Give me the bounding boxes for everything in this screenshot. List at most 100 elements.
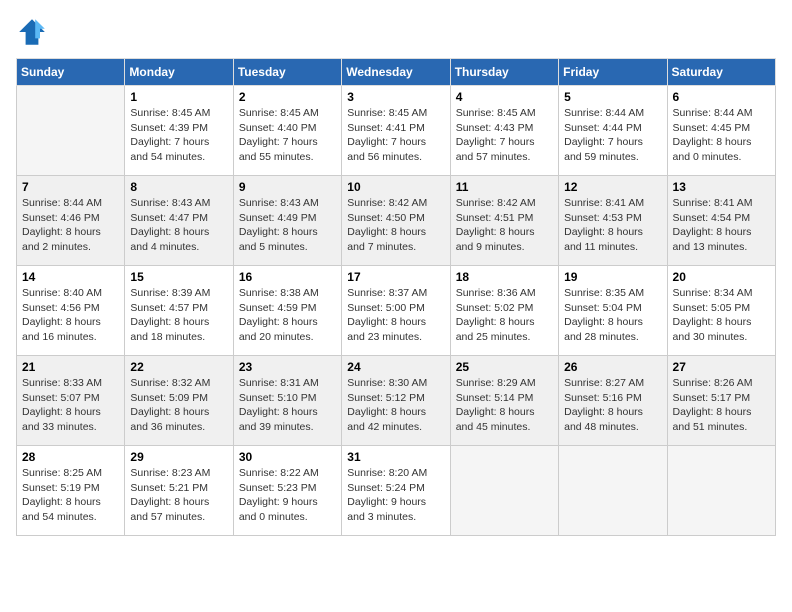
- day-number: 24: [347, 360, 444, 374]
- day-info: Sunrise: 8:25 AMSunset: 5:19 PMDaylight:…: [22, 466, 119, 525]
- calendar-cell: [17, 86, 125, 176]
- day-number: 21: [22, 360, 119, 374]
- logo: [16, 16, 52, 48]
- calendar-week-row: 7 Sunrise: 8:44 AMSunset: 4:46 PMDaylight…: [17, 176, 776, 266]
- day-info: Sunrise: 8:29 AMSunset: 5:14 PMDaylight:…: [456, 376, 553, 435]
- calendar-cell: 5Sunrise: 8:44 AMSunset: 4:44 PMDaylight…: [559, 86, 667, 176]
- day-info: Sunrise: 8:39 AMSunset: 4:57 PMDaylight:…: [130, 286, 227, 345]
- calendar-cell: 24 Sunrise: 8:30 AMSunset: 5:12 PMDayligh…: [342, 356, 450, 446]
- day-info: Sunrise: 8:32 AMSunset: 5:09 PMDaylight:…: [130, 376, 227, 435]
- day-info: Sunrise: 8:20 AMSunset: 5:24 PMDaylight:…: [347, 466, 444, 525]
- calendar-cell: 31 Sunrise: 8:20 AMSunset: 5:24 PMDayligh…: [342, 446, 450, 536]
- calendar-cell: 18Sunrise: 8:36 AMSunset: 5:02 PMDayligh…: [450, 266, 558, 356]
- calendar-cell: 1 Sunrise: 8:45 AMSunset: 4:39 PMDaylight…: [125, 86, 233, 176]
- calendar-cell: [450, 446, 558, 536]
- day-info: Sunrise: 8:31 AMSunset: 5:10 PMDaylight:…: [239, 376, 336, 435]
- day-number: 7: [22, 180, 119, 194]
- day-number: 3: [347, 90, 444, 104]
- calendar-week-row: 14 Sunrise: 8:40 AMSunset: 4:56 PMDayligh…: [17, 266, 776, 356]
- calendar-week-row: 1 Sunrise: 8:45 AMSunset: 4:39 PMDaylight…: [17, 86, 776, 176]
- day-number: 18: [456, 270, 553, 284]
- day-number: 1: [130, 90, 227, 104]
- calendar-cell: 15 Sunrise: 8:39 AMSunset: 4:57 PMDayligh…: [125, 266, 233, 356]
- day-info: Sunrise: 8:34 AMSunset: 5:05 PMDaylight:…: [673, 286, 770, 345]
- day-number: 19: [564, 270, 661, 284]
- day-number: 4: [456, 90, 553, 104]
- day-number: 23: [239, 360, 336, 374]
- day-info: Sunrise: 8:44 AMSunset: 4:44 PMDaylight:…: [564, 106, 661, 165]
- calendar-cell: 16 Sunrise: 8:38 AMSunset: 4:59 PMDayligh…: [233, 266, 341, 356]
- calendar-cell: 2 Sunrise: 8:45 AMSunset: 4:40 PMDaylight…: [233, 86, 341, 176]
- day-info: Sunrise: 8:40 AMSunset: 4:56 PMDaylight:…: [22, 286, 119, 345]
- day-number: 11: [456, 180, 553, 194]
- calendar-cell: 20 Sunrise: 8:34 AMSunset: 5:05 PMDayligh…: [667, 266, 775, 356]
- calendar-cell: 12 Sunrise: 8:41 AMSunset: 4:53 PMDayligh…: [559, 176, 667, 266]
- day-info: Sunrise: 8:23 AMSunset: 5:21 PMDaylight:…: [130, 466, 227, 525]
- day-info: Sunrise: 8:43 AMSunset: 4:49 PMDaylight:…: [239, 196, 336, 255]
- calendar-cell: 9 Sunrise: 8:43 AMSunset: 4:49 PMDaylight…: [233, 176, 341, 266]
- day-number: 14: [22, 270, 119, 284]
- weekday-header-wednesday: Wednesday: [342, 59, 450, 86]
- calendar-cell: 4Sunrise: 8:45 AMSunset: 4:43 PMDaylight…: [450, 86, 558, 176]
- weekday-header-thursday: Thursday: [450, 59, 558, 86]
- day-info: Sunrise: 8:45 AMSunset: 4:41 PMDaylight:…: [347, 106, 444, 165]
- day-number: 9: [239, 180, 336, 194]
- calendar-cell: 23 Sunrise: 8:31 AMSunset: 5:10 PMDayligh…: [233, 356, 341, 446]
- calendar-cell: 27 Sunrise: 8:26 AMSunset: 5:17 PMDayligh…: [667, 356, 775, 446]
- weekday-header-tuesday: Tuesday: [233, 59, 341, 86]
- calendar-cell: 26 Sunrise: 8:27 AMSunset: 5:16 PMDayligh…: [559, 356, 667, 446]
- calendar-cell: 17Sunrise: 8:37 AMSunset: 5:00 PMDayligh…: [342, 266, 450, 356]
- day-info: Sunrise: 8:38 AMSunset: 4:59 PMDaylight:…: [239, 286, 336, 345]
- calendar-week-row: 28 Sunrise: 8:25 AMSunset: 5:19 PMDayligh…: [17, 446, 776, 536]
- day-number: 12: [564, 180, 661, 194]
- calendar-cell: 3 Sunrise: 8:45 AMSunset: 4:41 PMDaylight…: [342, 86, 450, 176]
- calendar-cell: 22 Sunrise: 8:32 AMSunset: 5:09 PMDayligh…: [125, 356, 233, 446]
- day-number: 28: [22, 450, 119, 464]
- day-number: 27: [673, 360, 770, 374]
- day-info: Sunrise: 8:42 AMSunset: 4:50 PMDaylight:…: [347, 196, 444, 255]
- day-info: Sunrise: 8:44 AMSunset: 4:46 PMDaylight:…: [22, 196, 119, 255]
- calendar-table: SundayMondayTuesdayWednesdayThursdayFrid…: [16, 58, 776, 536]
- weekday-header-friday: Friday: [559, 59, 667, 86]
- day-info: Sunrise: 8:42 AMSunset: 4:51 PMDaylight:…: [456, 196, 553, 255]
- day-number: 13: [673, 180, 770, 194]
- day-number: 22: [130, 360, 227, 374]
- calendar-cell: 11 Sunrise: 8:42 AMSunset: 4:51 PMDayligh…: [450, 176, 558, 266]
- day-info: Sunrise: 8:27 AMSunset: 5:16 PMDaylight:…: [564, 376, 661, 435]
- day-number: 31: [347, 450, 444, 464]
- day-number: 2: [239, 90, 336, 104]
- day-number: 10: [347, 180, 444, 194]
- day-info: Sunrise: 8:41 AMSunset: 4:53 PMDaylight:…: [564, 196, 661, 255]
- day-info: Sunrise: 8:22 AMSunset: 5:23 PMDaylight:…: [239, 466, 336, 525]
- day-info: Sunrise: 8:35 AMSunset: 5:04 PMDaylight:…: [564, 286, 661, 345]
- header: [16, 16, 776, 48]
- day-info: Sunrise: 8:37 AMSunset: 5:00 PMDaylight:…: [347, 286, 444, 345]
- day-info: Sunrise: 8:45 AMSunset: 4:39 PMDaylight:…: [130, 106, 227, 165]
- calendar-cell: 21 Sunrise: 8:33 AMSunset: 5:07 PMDayligh…: [17, 356, 125, 446]
- day-number: 15: [130, 270, 227, 284]
- day-info: Sunrise: 8:26 AMSunset: 5:17 PMDaylight:…: [673, 376, 770, 435]
- day-number: 26: [564, 360, 661, 374]
- day-number: 16: [239, 270, 336, 284]
- calendar-cell: 28 Sunrise: 8:25 AMSunset: 5:19 PMDayligh…: [17, 446, 125, 536]
- day-number: 6: [673, 90, 770, 104]
- day-info: Sunrise: 8:43 AMSunset: 4:47 PMDaylight:…: [130, 196, 227, 255]
- calendar-cell: [667, 446, 775, 536]
- calendar-cell: [559, 446, 667, 536]
- calendar-cell: 29 Sunrise: 8:23 AMSunset: 5:21 PMDayligh…: [125, 446, 233, 536]
- calendar-cell: 14 Sunrise: 8:40 AMSunset: 4:56 PMDayligh…: [17, 266, 125, 356]
- day-number: 29: [130, 450, 227, 464]
- day-number: 30: [239, 450, 336, 464]
- calendar-cell: 10 Sunrise: 8:42 AMSunset: 4:50 PMDayligh…: [342, 176, 450, 266]
- day-info: Sunrise: 8:41 AMSunset: 4:54 PMDaylight:…: [673, 196, 770, 255]
- weekday-header-monday: Monday: [125, 59, 233, 86]
- day-info: Sunrise: 8:45 AMSunset: 4:40 PMDaylight:…: [239, 106, 336, 165]
- day-number: 20: [673, 270, 770, 284]
- day-info: Sunrise: 8:44 AMSunset: 4:45 PMDaylight:…: [673, 106, 770, 165]
- calendar-week-row: 21 Sunrise: 8:33 AMSunset: 5:07 PMDayligh…: [17, 356, 776, 446]
- calendar-cell: 25Sunrise: 8:29 AMSunset: 5:14 PMDayligh…: [450, 356, 558, 446]
- day-info: Sunrise: 8:33 AMSunset: 5:07 PMDaylight:…: [22, 376, 119, 435]
- calendar-cell: 8Sunrise: 8:43 AMSunset: 4:47 PMDaylight…: [125, 176, 233, 266]
- day-info: Sunrise: 8:30 AMSunset: 5:12 PMDaylight:…: [347, 376, 444, 435]
- calendar-cell: 6 Sunrise: 8:44 AMSunset: 4:45 PMDaylight…: [667, 86, 775, 176]
